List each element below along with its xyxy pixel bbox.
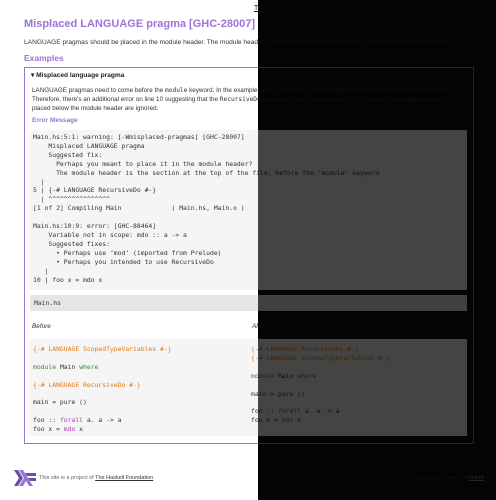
footer-project-note: This site is a project of The Haskell Fo…: [39, 475, 153, 481]
code-text: a. a -> a: [83, 416, 122, 425]
example-details: ▾ Misplaced language pragma LANGUAGE pra…: [24, 67, 474, 444]
footer-text: This site is a project of: [39, 475, 96, 481]
error-index-link[interactable]: The Haskell Error Index: [254, 5, 328, 12]
code-keyword: where: [79, 362, 99, 371]
page: The Haskell Error Index - Misplaced LANG…: [0, 0, 496, 500]
before-code-block: {-# LANGUAGE ScopedTypeVariables #-} mod…: [30, 339, 248, 436]
footer-text: Site proudly generated by: [404, 475, 470, 481]
code-text: a. a -> a: [301, 407, 340, 416]
error-message-heading: Error Message: [32, 117, 78, 124]
code-text: main = pure (): [33, 398, 87, 407]
example-description: LANGUAGE pragmas need to come before the…: [32, 86, 464, 113]
desc-part: keyword. In the example below, the: [187, 87, 290, 94]
code-keyword: mdo: [63, 425, 76, 434]
code-keyword: forall: [277, 407, 302, 416]
desc-part: LANGUAGE pragmas need to come before the: [32, 87, 166, 94]
example-summary-toggle[interactable]: ▾ Misplaced language pragma: [31, 71, 124, 79]
code-pragma: {-# LANGUAGE RecursiveDo #-}: [251, 345, 359, 353]
code-text: Main: [274, 371, 298, 380]
code-text: foo ::: [33, 416, 60, 425]
error-message-block: Main.hs:5:1: warning: [-Wmisplaced-pragm…: [30, 130, 467, 290]
breadcrumb: The Haskell Error Index - Misplaced LANG…: [254, 5, 475, 12]
code-keyword: where: [297, 371, 317, 380]
desc-code: RecursiveDo: [289, 87, 331, 94]
before-label: Before: [32, 323, 51, 330]
code-text: Main: [56, 362, 80, 371]
hakyll-link[interactable]: Hakyll: [469, 475, 484, 481]
intro-text: LANGUAGE pragmas should be placed in the…: [24, 38, 474, 47]
footer-generator-note: Site proudly generated by Hakyll: [405, 475, 484, 481]
after-label: After: [252, 323, 266, 330]
code-text: foo x =: [33, 425, 64, 434]
code-keyword: mdo: [281, 416, 294, 425]
desc-code: RecursiveDo: [219, 96, 261, 103]
before-code: {-# LANGUAGE ScopedTypeVariables #-} mod…: [33, 345, 172, 434]
intro-code: module: [397, 38, 421, 46]
after-code-block: {-# LANGUAGE RecursiveDo #-} {-# LANGUAG…: [248, 339, 467, 436]
intro-text-part: keyword.: [420, 39, 449, 46]
code-pragma: {-# LANGUAGE RecursiveDo #-}: [33, 380, 141, 389]
examples-heading: Examples: [24, 53, 64, 63]
error-message-text: Main.hs:5:1: warning: [-Wmisplaced-pragm…: [33, 133, 380, 284]
code-text: x: [75, 425, 84, 434]
code-pragma: {-# LANGUAGE ScopedTypeVariables #-}: [33, 345, 172, 353]
page-title: Misplaced LANGUAGE pragma [GHC-28007]: [24, 18, 256, 30]
footer: This site is a project of The Haskell Fo…: [0, 458, 496, 500]
intro-text-part: LANGUAGE pragmas should be placed in the…: [24, 39, 398, 46]
code-text: foo x =: [251, 416, 282, 425]
after-code: {-# LANGUAGE RecursiveDo #-} {-# LANGUAG…: [251, 345, 390, 425]
code-keyword: module: [251, 371, 275, 380]
file-name-bar: Main.hs: [30, 295, 467, 311]
code-keyword: forall: [59, 416, 84, 425]
code-pragma: {-# LANGUAGE ScopedTypeVariables #-}: [251, 353, 390, 362]
haskell-foundation-link[interactable]: The Haskell Foundation: [95, 475, 153, 481]
file-name: Main.hs: [34, 299, 61, 307]
breadcrumb-current: Misplaced LANGUAGE pragma [GHC-28007]: [333, 5, 475, 12]
desc-code: module: [165, 87, 188, 94]
code-text: foo ::: [251, 407, 278, 416]
code-keyword: module: [33, 362, 57, 371]
code-text: main = pure (): [251, 389, 305, 398]
code-text: x: [293, 416, 302, 425]
haskell-logo-icon: [14, 470, 36, 486]
